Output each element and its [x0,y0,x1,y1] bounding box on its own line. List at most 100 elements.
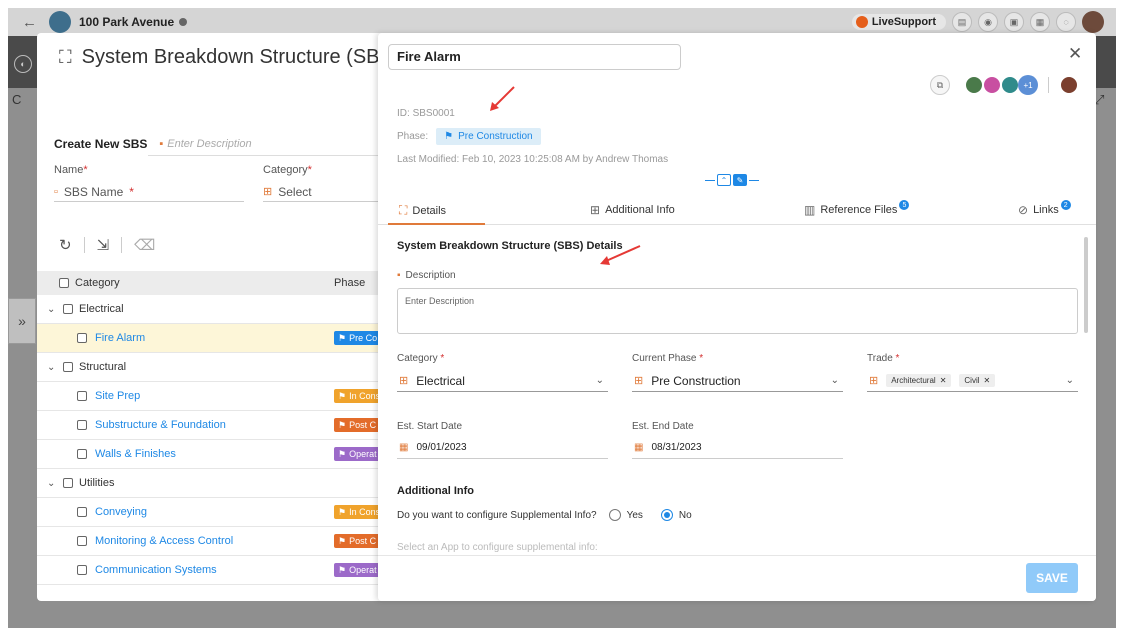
phase-column-header[interactable]: Phase [334,277,365,289]
category-icon: ⊞ [263,186,273,198]
tree-group-row[interactable]: ⌄ Structural [37,353,402,382]
avatar[interactable] [982,75,1002,95]
detail-panel: Fire Alarm ✕ ⧉ +1 ID: SBS0001 Phase: ⚑ Pr… [378,33,1096,601]
row-checkbox[interactable] [77,420,87,430]
end-date-input[interactable]: ▦ 08/31/2023 [632,437,843,459]
item-label[interactable]: Site Prep [95,390,140,402]
links-count: 2 [1060,200,1071,210]
phase-chip-label: In Cons [349,391,381,401]
avatar[interactable] [1000,75,1020,95]
user-avatar[interactable] [1082,11,1104,33]
tree-group-row[interactable]: ⌄ Utilities [37,469,402,498]
radio-icon [660,509,673,521]
remove-icon[interactable]: ✕ [984,376,991,385]
forms-icon[interactable]: ▣ [1004,12,1024,32]
trade-select[interactable]: ⊞ Architectural ✕ Civil ✕ ⌄ [867,370,1078,392]
collapse-header-button[interactable]: ⌃ [717,174,731,186]
tree-item-row[interactable]: Site Prep ⚑ In Cons [37,382,402,411]
refresh-icon[interactable]: ↻ [59,236,72,254]
item-cell: Substructure & Foundation [77,419,226,431]
row-checkbox[interactable] [63,362,73,372]
copy-icon[interactable]: ⧉ [930,75,950,95]
row-checkbox[interactable] [77,333,87,343]
phase-chip-label: Post C [349,536,377,546]
create-description-input[interactable]: ▪ Enter Description [159,138,251,150]
tab-reference-files-label: Reference Files [820,204,898,216]
item-label[interactable]: Substructure & Foundation [95,419,226,431]
project-settings-icon[interactable] [179,18,188,26]
trade-chip-label: Architectural [891,376,936,385]
sbs-name-input[interactable]: ▫ SBS Name * [54,182,244,202]
save-button[interactable]: SAVE [1026,563,1078,593]
tab-additional-info[interactable]: ⊞ Additional Info [590,203,675,217]
start-date-input[interactable]: ▦ 09/01/2023 [397,437,608,459]
sbs-name-placeholder: SBS Name [63,184,124,199]
row-checkbox[interactable] [77,391,87,401]
row-checkbox[interactable] [77,536,87,546]
export-icon[interactable]: ⇲ [97,236,110,254]
chevron-down-icon[interactable]: ⌄ [47,362,57,373]
reports-icon[interactable]: ▦ [1030,12,1050,32]
radio-icon [608,509,621,521]
divider [83,237,85,253]
chat-icon[interactable]: ◌ [1056,12,1076,32]
tree-item-row[interactable]: Walls & Finishes ⚑ Operat [37,440,402,469]
activity-icon[interactable]: ◉ [978,12,998,32]
project-name[interactable]: 100 Park Avenue [79,15,174,29]
category-column-header[interactable]: Category [59,277,334,289]
trade-chip-label: Civil [964,376,980,385]
tab-details[interactable]: ⛶ Details [399,203,446,218]
owner-avatar[interactable] [1059,75,1079,95]
row-checkbox[interactable] [77,565,87,575]
item-label[interactable]: Communication Systems [95,564,217,576]
pin-icon[interactable]: ✎ [733,174,747,186]
grid-icon[interactable]: ▤ [952,12,972,32]
phase-badge: ⚑ Pre Construction [436,128,541,145]
row-checkbox[interactable] [63,478,73,488]
chevron-down-icon[interactable]: ⌄ [47,304,57,315]
header-actions: ⧉ +1 [930,75,1079,95]
annotation-arrow-icon [490,86,515,111]
row-checkbox[interactable] [77,507,87,517]
item-cell: Monitoring & Access Control [77,535,233,547]
row-checkbox[interactable] [77,449,87,459]
scrollbar[interactable] [1084,237,1088,333]
description-textarea[interactable]: Enter Description [397,288,1078,334]
current-phase-select[interactable]: ⊞ Pre Construction ⌄ [632,370,843,392]
tab-reference-files[interactable]: ▥ Reference Files 5 [804,200,910,217]
row-checkbox[interactable] [63,304,73,314]
tree-item-row[interactable]: Substructure & Foundation ⚑ Post C [37,411,402,440]
avatar[interactable] [964,75,984,95]
close-icon[interactable]: ✕ [1068,44,1082,64]
no-radio[interactable]: No [660,509,692,521]
item-label[interactable]: Conveying [95,506,147,518]
flag-icon: ⚑ [338,448,347,459]
title-input[interactable]: Fire Alarm [388,44,681,70]
page-title: ⛶ System Breakdown Structure (SBS) Mana [59,46,402,69]
tree-item-row[interactable]: Conveying ⚑ In Cons [37,498,402,527]
category-select[interactable]: ⊞ Electrical ⌄ [397,370,608,392]
flag-icon: ⚑ [338,535,347,546]
trade-chip[interactable]: Civil ✕ [959,374,996,387]
back-arrow-icon[interactable]: ← [22,14,37,31]
live-support-button[interactable]: LiveSupport [851,14,946,30]
remove-icon[interactable]: ✕ [940,376,947,385]
tree-group-row[interactable]: ⌄ Electrical [37,295,402,324]
tree-item-row[interactable]: Communication Systems ⚑ Operat [37,556,402,585]
tree-item-row[interactable]: Fire Alarm ⚑ Pre Co [37,324,402,353]
flag-icon: ⚑ [338,390,347,401]
expand-sidebar-button[interactable]: » [8,298,36,344]
item-label[interactable]: Walls & Finishes [95,448,176,460]
yes-radio[interactable]: Yes [608,509,643,521]
more-users-badge[interactable]: +1 [1018,75,1038,95]
delete-icon[interactable]: ⌫ [134,236,155,254]
project-avatar [49,11,71,33]
select-all-checkbox[interactable] [59,278,69,288]
item-label[interactable]: Fire Alarm [95,332,145,344]
tab-links[interactable]: ⊘ Links 2 [1018,200,1071,217]
trade-chip[interactable]: Architectural ✕ [886,374,952,387]
chevron-down-icon[interactable]: ⌄ [47,478,57,489]
item-label[interactable]: Monitoring & Access Control [95,535,233,547]
tree-item-row[interactable]: Monitoring & Access Control ⚑ Post C [37,527,402,556]
app-hint: Select an App to configure supplemental … [397,542,598,553]
